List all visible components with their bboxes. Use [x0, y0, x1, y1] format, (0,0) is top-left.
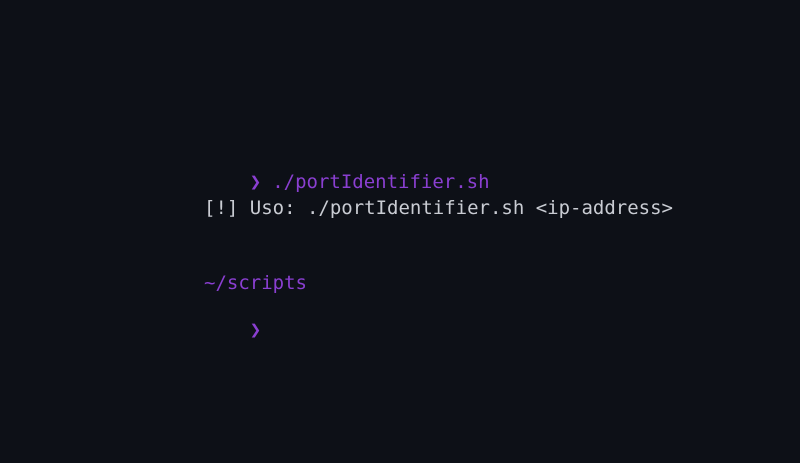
- command-text: ./portIdentifier.sh: [272, 171, 490, 193]
- input-prompt[interactable]: ❯: [204, 294, 272, 366]
- terminal-window[interactable]: ❯ ./portIdentifier.sh [!] Uso: ./portIden…: [0, 0, 800, 463]
- prompt-chevron-icon: ❯: [249, 319, 262, 341]
- command-output: [!] Uso: ./portIdentifier.sh <ip-address…: [204, 197, 673, 219]
- prompt-chevron-icon: ❯: [249, 171, 262, 193]
- current-directory: ~/scripts: [204, 272, 307, 294]
